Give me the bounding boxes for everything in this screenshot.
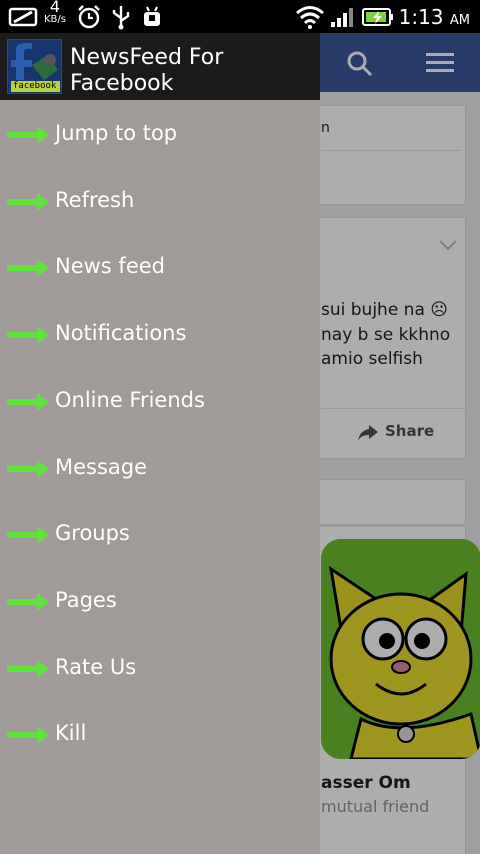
menu-item-jump-to-top[interactable]: Jump to top	[0, 107, 320, 163]
signal-icon	[331, 8, 353, 27]
app-title-line-2: Facebook	[70, 71, 174, 96]
navigation-drawer: facebook NewsFeed For Facebook Jump to t…	[0, 33, 320, 854]
menu-item-label: Rate Us	[55, 655, 137, 679]
menu-item-kill[interactable]: Kill	[0, 707, 320, 763]
clock-time: 1:13	[398, 5, 444, 29]
menu-item-pages[interactable]: Pages	[0, 574, 320, 630]
clock-ampm: AM	[449, 13, 470, 28]
menu-item-label: Online Friends	[55, 388, 205, 412]
green-arrow-icon	[7, 193, 49, 211]
network-speed-unit: KB/s	[44, 14, 66, 25]
menu-item-label: Message	[55, 455, 148, 479]
menu-item-notifications[interactable]: Notifications	[0, 307, 320, 363]
menu-item-label: Pages	[55, 588, 117, 612]
app-title: NewsFeed For Facebook	[70, 45, 310, 97]
menu-item-label: Notifications	[55, 321, 187, 345]
app-logo-text: facebook	[13, 81, 57, 91]
alarm-icon	[78, 5, 100, 29]
green-arrow-icon	[7, 593, 49, 611]
menu-item-label: News feed	[55, 254, 165, 278]
menu-item-label: Kill	[55, 721, 87, 745]
menu-item-message[interactable]: Message	[0, 441, 320, 497]
green-arrow-icon	[7, 726, 49, 744]
drawer-header: facebook NewsFeed For Facebook	[0, 33, 320, 100]
green-arrow-icon	[7, 526, 49, 544]
network-speed-value: 4	[49, 0, 61, 16]
status-bar: 4 KB/s 1:13 AM	[0, 0, 480, 33]
green-arrow-icon	[7, 259, 49, 277]
network-speed: 4 KB/s	[44, 0, 66, 26]
app-title-line-1: NewsFeed For	[70, 45, 224, 70]
menu-item-label: Groups	[55, 521, 130, 545]
dim-overlay[interactable]	[320, 33, 480, 854]
battery-charging-icon	[362, 8, 393, 26]
green-arrow-icon	[7, 393, 49, 411]
android-debug-icon	[144, 6, 160, 26]
background-app: n sui bujhe na ☹ nay b se kkhno amio sel…	[320, 33, 480, 854]
menu-item-rate-us[interactable]: Rate Us	[0, 641, 320, 697]
menu-item-online-friends[interactable]: Online Friends	[0, 374, 320, 430]
menu-item-refresh[interactable]: Refresh	[0, 174, 320, 230]
screenshot-icon	[8, 7, 38, 27]
green-arrow-icon	[7, 460, 49, 478]
menu-item-groups[interactable]: Groups	[0, 507, 320, 563]
usb-icon	[112, 6, 130, 30]
menu-item-news-feed[interactable]: News feed	[0, 240, 320, 296]
menu-item-label: Refresh	[55, 188, 135, 212]
menu-item-label: Jump to top	[55, 121, 178, 145]
clock: 1:13 AM	[399, 5, 470, 29]
green-arrow-icon	[7, 326, 49, 344]
green-arrow-icon	[7, 126, 49, 144]
green-arrow-icon	[7, 660, 49, 678]
app-logo: facebook	[7, 39, 62, 94]
wifi-icon	[296, 6, 324, 29]
